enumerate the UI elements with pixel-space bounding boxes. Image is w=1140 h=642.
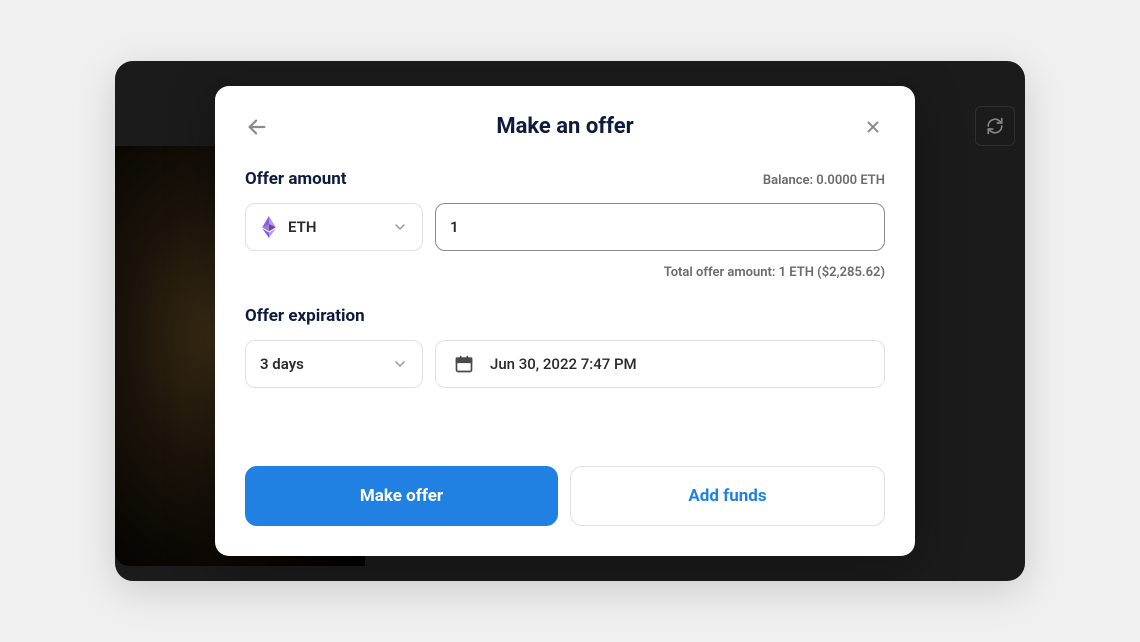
balance-display: Balance: 0.0000 ETH [763,173,885,188]
app-window: Make an offer Offer amount Balance: 0.00… [115,61,1025,581]
expiration-duration-value: 3 days [260,355,382,373]
total-offer-summary: Total offer amount: 1 ETH ($2,285.62) [245,265,885,280]
offer-amount-header: Offer amount Balance: 0.0000 ETH [245,169,885,189]
add-funds-button[interactable]: Add funds [570,466,885,526]
close-button[interactable] [861,115,885,139]
make-offer-button[interactable]: Make offer [245,466,558,526]
close-icon [864,118,882,136]
modal-header: Make an offer [245,114,885,139]
expiration-label: Offer expiration [245,306,365,326]
arrow-left-icon [246,116,268,138]
expiration-header: Offer expiration [245,306,885,326]
ethereum-icon [260,215,278,239]
currency-select[interactable]: ETH [245,203,423,251]
expiration-duration-select[interactable]: 3 days [245,340,423,388]
expiration-date-value: Jun 30, 2022 7:47 PM [490,355,637,373]
back-button[interactable] [245,115,269,139]
modal-actions: Make offer Add funds [245,466,885,526]
chevron-down-icon [392,356,408,372]
chevron-down-icon [392,219,408,235]
expiration-date-picker[interactable]: Jun 30, 2022 7:47 PM [435,340,885,388]
amount-input[interactable] [450,218,870,236]
calendar-icon [454,354,474,374]
offer-amount-label: Offer amount [245,169,347,189]
modal-title: Make an offer [269,114,861,139]
make-offer-modal: Make an offer Offer amount Balance: 0.00… [215,86,915,556]
currency-label: ETH [288,218,382,236]
amount-input-wrap [435,203,885,251]
